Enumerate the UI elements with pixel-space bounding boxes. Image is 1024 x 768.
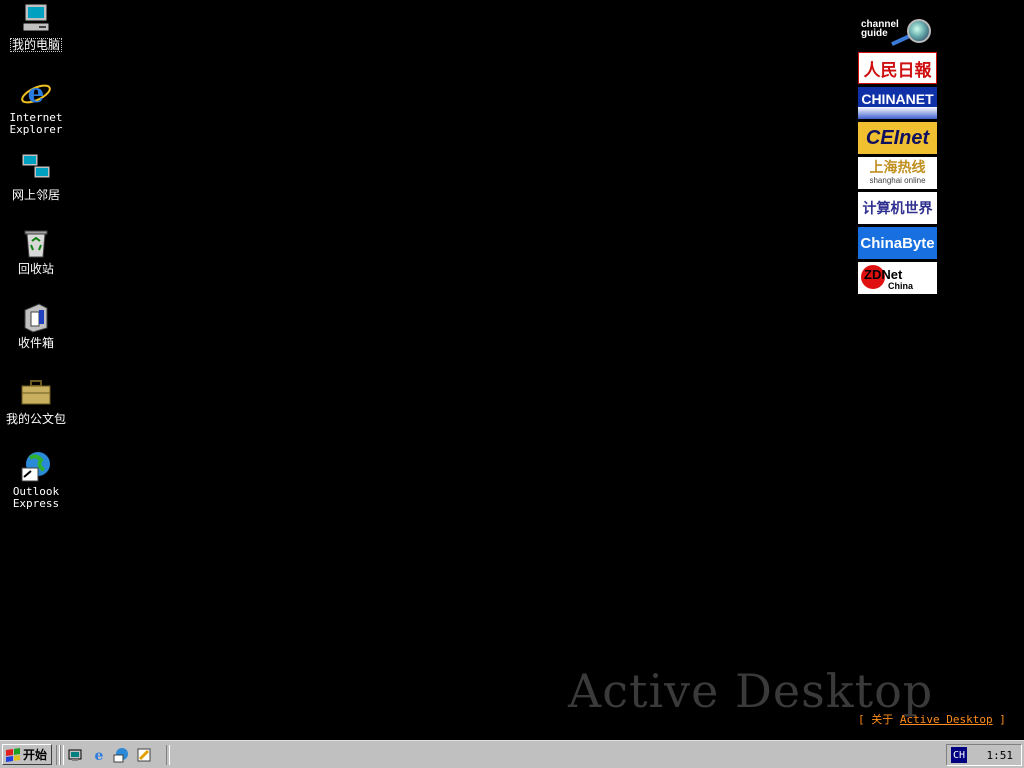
system-tray: CH 1:51 bbox=[946, 744, 1022, 766]
start-button[interactable]: 开始 bbox=[2, 744, 52, 765]
desktop-icon-inbox[interactable]: 收件箱 bbox=[4, 300, 68, 350]
desktop-icon-recycle-bin[interactable]: 回收站 bbox=[4, 226, 68, 276]
taskbar-grip[interactable] bbox=[166, 745, 170, 765]
channel-sublabel: shanghai online bbox=[869, 176, 926, 185]
briefcase-icon bbox=[19, 376, 53, 410]
channel-shanghai-online[interactable]: 上海热线 shanghai online bbox=[858, 157, 937, 189]
desktop-icon-label: 我的电脑 bbox=[9, 38, 63, 52]
channel-label: ZDNet bbox=[864, 267, 903, 282]
about-link-text: Active Desktop bbox=[899, 713, 993, 726]
inbox-icon bbox=[19, 300, 53, 334]
my-computer-icon bbox=[19, 2, 53, 36]
channel-label: CEInet bbox=[865, 126, 930, 149]
magnifier-icon bbox=[907, 19, 931, 43]
quicklaunch-show-desktop[interactable] bbox=[66, 746, 84, 764]
channel-chinabyte[interactable]: ChinaByte bbox=[858, 227, 937, 259]
desktop-icon-label: Outlook Express bbox=[12, 485, 60, 510]
channel-people-daily[interactable]: 人民日報 bbox=[858, 52, 937, 84]
taskbar: 开始 e CH 1:51 bbox=[0, 740, 1024, 768]
desktop-icon-label: 网上邻居 bbox=[11, 188, 60, 202]
outlook-express-icon bbox=[113, 748, 128, 763]
desktop-icon-label: 我的公文包 bbox=[5, 412, 66, 426]
active-desktop-watermark: Active Desktop bbox=[568, 664, 934, 718]
desktop-icon-outlook-express[interactable]: Outlook Express bbox=[4, 450, 68, 510]
quicklaunch-channels[interactable] bbox=[135, 746, 153, 764]
show-desktop-icon bbox=[68, 749, 82, 761]
channels-icon bbox=[137, 748, 151, 762]
network-neighborhood-icon bbox=[19, 152, 53, 186]
channel-guide-label: channel guide bbox=[861, 20, 899, 39]
channel-guide-button[interactable]: channel guide bbox=[857, 16, 939, 50]
about-prefix: 关于 bbox=[871, 713, 894, 726]
desktop-icon-label: Internet Explorer bbox=[9, 111, 63, 136]
internet-explorer-icon: e bbox=[95, 748, 104, 763]
recycle-bin-icon bbox=[19, 226, 53, 260]
desktop-icon-label: 收件箱 bbox=[17, 336, 54, 350]
channel-label: ChinaByte bbox=[860, 234, 935, 252]
desktop-icon-internet-explorer[interactable]: e Internet Explorer bbox=[4, 76, 68, 136]
desktop-icon-label: 回收站 bbox=[17, 262, 54, 276]
channel-label: 上海热线 bbox=[869, 160, 926, 176]
svg-text:e: e bbox=[28, 79, 45, 109]
internet-explorer-icon: e bbox=[19, 76, 53, 110]
start-label: 开始 bbox=[23, 748, 48, 762]
channel-sublabel: China bbox=[888, 281, 914, 291]
svg-text:e: e bbox=[95, 748, 104, 763]
channel-chinanet[interactable]: CHINANET bbox=[858, 87, 937, 119]
channel-label: CHINANET bbox=[861, 91, 934, 107]
channel-ceinet[interactable]: CEInet bbox=[858, 122, 937, 154]
channel-computerworld[interactable]: 计算机世界 bbox=[858, 192, 937, 224]
taskbar-clock[interactable]: 1:51 bbox=[987, 749, 1014, 762]
ime-indicator[interactable]: CH bbox=[951, 747, 967, 763]
quicklaunch-outlook-express[interactable] bbox=[112, 746, 130, 764]
quicklaunch-internet-explorer[interactable]: e bbox=[90, 746, 108, 764]
windows-flag-icon bbox=[6, 747, 20, 762]
desktop-icon-my-computer[interactable]: 我的电脑 bbox=[4, 2, 68, 52]
channel-zdnet-china[interactable]: ZDNet China bbox=[858, 262, 937, 294]
channel-label: 计算机世界 bbox=[862, 201, 933, 217]
desktop-icon-network-neighborhood[interactable]: 网上邻居 bbox=[4, 152, 68, 202]
channel-guide-line2: guide bbox=[861, 28, 888, 39]
desktop-icon-briefcase[interactable]: 我的公文包 bbox=[4, 376, 68, 426]
channel-label: 人民日報 bbox=[863, 60, 932, 81]
outlook-express-icon bbox=[19, 450, 53, 484]
about-active-desktop-link[interactable]: [ 关于 Active Desktop ] bbox=[858, 711, 1006, 727]
taskbar-grip[interactable] bbox=[60, 745, 64, 765]
